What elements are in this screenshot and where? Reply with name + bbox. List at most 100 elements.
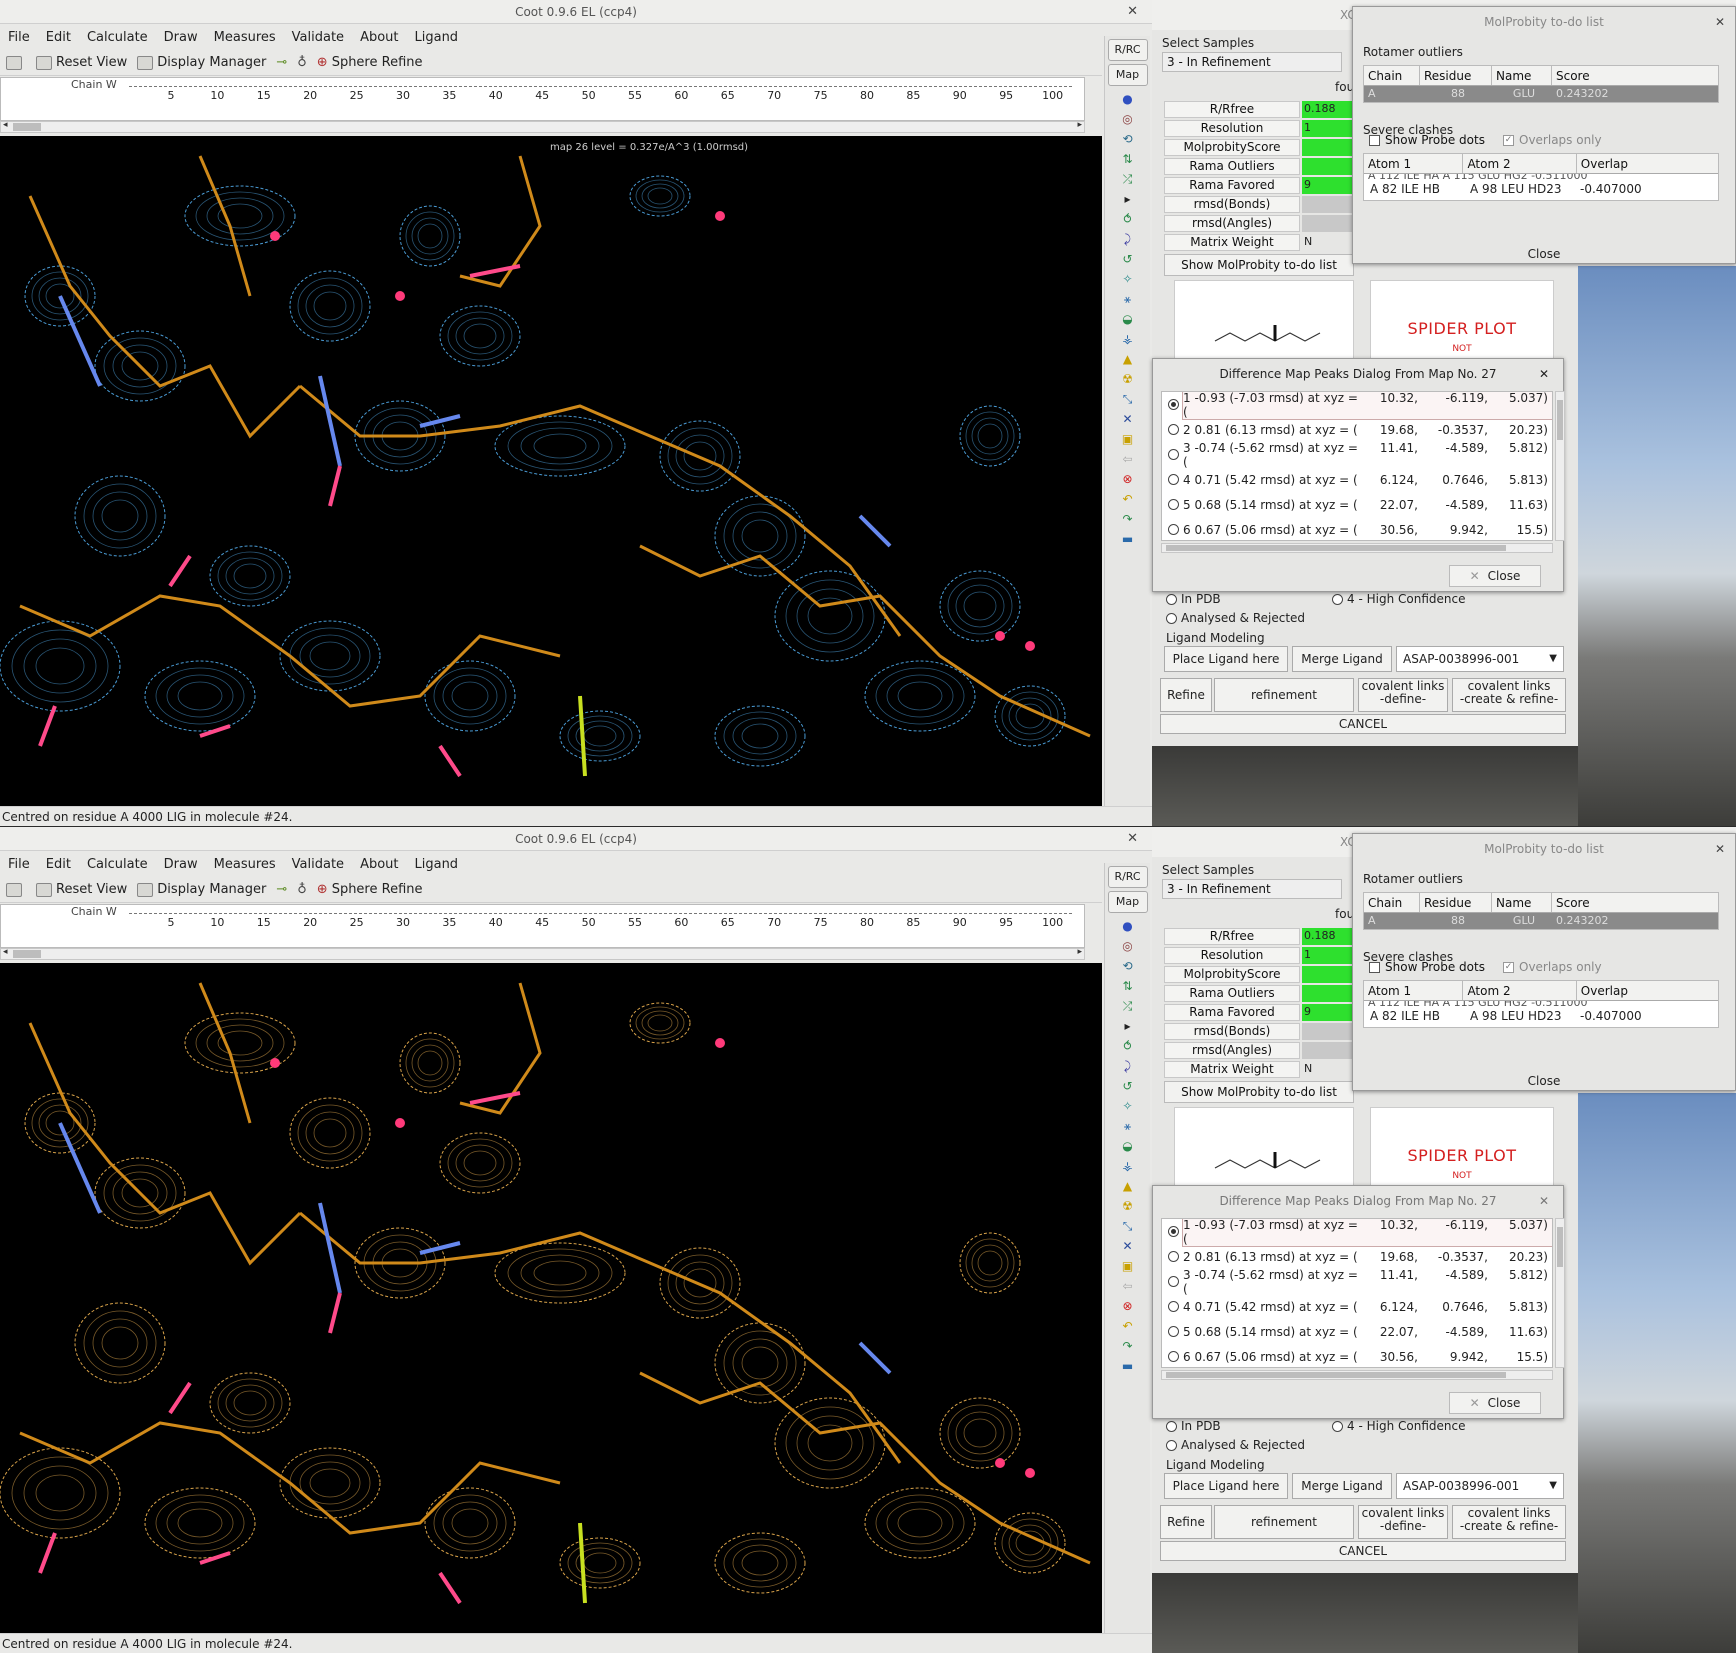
rotamer-icon[interactable]: ✧ <box>1120 1099 1136 1113</box>
col-name[interactable]: Name <box>1492 66 1552 85</box>
molprobity-close-button[interactable]: Close <box>1353 1074 1735 1088</box>
arrow-icon[interactable]: ⇦ <box>1120 452 1136 466</box>
col-chain[interactable]: Chain <box>1364 893 1420 912</box>
scroll-thumb[interactable] <box>1557 1227 1563 1267</box>
refinement-parameters-button[interactable]: refinement parameters <box>1214 1505 1354 1561</box>
peak-item[interactable]: 6 0.67 (5.06 rmsd) at xyz = (30.56, 9.942… <box>1162 517 1552 540</box>
menu-edit[interactable]: Edit <box>46 30 71 45</box>
show-molprobity-button[interactable]: Show MolProbity to-do list <box>1164 1081 1354 1103</box>
merge-ligand-button[interactable]: Merge Ligand <box>1292 1473 1392 1499</box>
menu-edit[interactable]: Edit <box>46 857 71 872</box>
ring-icon[interactable]: ◎ <box>1120 939 1136 953</box>
menu-validate[interactable]: Validate <box>292 30 344 45</box>
stop-icon[interactable]: ⊗ <box>1120 1299 1136 1313</box>
shuffle-icon[interactable]: ⤮ <box>1120 172 1136 186</box>
col-overlap[interactable]: Overlap <box>1577 981 1718 1000</box>
regularize-icon[interactable]: ⤸ <box>1120 1059 1136 1073</box>
table-row[interactable]: A 82 ILE HB A 98 LEU HD23 -0.407000 <box>1364 180 1718 198</box>
sphere-refine-button[interactable]: ⊕ Sphere Refine <box>317 55 423 70</box>
col-score[interactable]: Score <box>1552 893 1706 912</box>
sphere-refine-button[interactable]: ⊕ Sphere Refine <box>317 882 423 897</box>
key-icon[interactable]: ⊸ <box>276 55 287 70</box>
key-icon[interactable]: ⊸ <box>276 882 287 897</box>
play-icon[interactable]: ▸ <box>1120 1019 1136 1033</box>
ligand-select[interactable]: ASAP-0038996-001 ▼ <box>1396 1473 1564 1499</box>
rotamer-icon[interactable]: ✧ <box>1120 272 1136 286</box>
delete-icon[interactable]: ✕ <box>1120 1239 1136 1253</box>
radio-in-pdb[interactable]: In PDB <box>1166 1419 1221 1433</box>
menu-file[interactable]: File <box>8 857 30 872</box>
radio-high-confidence[interactable]: 4 - High Confidence <box>1332 1419 1465 1433</box>
delete-icon[interactable]: ✕ <box>1120 412 1136 426</box>
layer-icon[interactable]: ▬ <box>1120 532 1136 546</box>
redo-icon[interactable]: ↷ <box>1120 512 1136 526</box>
open-icon[interactable] <box>6 55 26 70</box>
close-icon[interactable]: ✕ <box>1127 0 1138 24</box>
menu-calculate[interactable]: Calculate <box>87 30 148 45</box>
menu-ligand[interactable]: Ligand <box>415 857 459 872</box>
peak-item[interactable]: 5 0.68 (5.14 rmsd) at xyz = (22.07, -4.58… <box>1162 1319 1552 1344</box>
radio-high-confidence[interactable]: 4 - High Confidence <box>1332 592 1465 606</box>
measure-icon[interactable]: ⤡ <box>1120 1219 1136 1233</box>
scroll-thumb[interactable] <box>1557 400 1563 440</box>
col-overlap[interactable]: Overlap <box>1577 154 1718 173</box>
regularize-icon[interactable]: ⤸ <box>1120 232 1136 246</box>
close-icon[interactable]: ✕ <box>1715 834 1725 864</box>
molecule-viewer[interactable] <box>0 963 1102 1633</box>
molecule-viewer[interactable]: map 26 level = 0.327e/A^3 (1.00rmsd) <box>0 136 1102 806</box>
cancel-button[interactable]: CANCEL <box>1160 1541 1566 1561</box>
add-atom-icon[interactable]: ▲ <box>1120 352 1136 366</box>
menu-ligand[interactable]: Ligand <box>415 30 459 45</box>
mutate-icon[interactable]: ◒ <box>1120 1139 1136 1153</box>
layer-icon[interactable]: ▬ <box>1120 1359 1136 1373</box>
flip-icon[interactable]: ⇅ <box>1120 979 1136 993</box>
peak-item[interactable]: 4 0.71 (5.42 rmsd) at xyz = (6.124, 0.764… <box>1162 1294 1552 1319</box>
covalent-define-button[interactable]: covalent links -define- <box>1358 678 1448 712</box>
peak-item[interactable]: 2 0.81 (6.13 rmsd) at xyz = (19.68, -0.35… <box>1162 417 1552 442</box>
menu-calculate[interactable]: Calculate <box>87 857 148 872</box>
cancel-button[interactable]: CANCEL <box>1160 714 1566 734</box>
col-atom2[interactable]: Atom 2 <box>1463 981 1577 1000</box>
note-icon[interactable]: ▣ <box>1120 432 1136 446</box>
covalent-create-button[interactable]: covalent links -create & refine- <box>1452 1505 1566 1539</box>
menu-about[interactable]: About <box>360 30 398 45</box>
ring-icon[interactable]: ◎ <box>1120 112 1136 126</box>
select-samples-dropdown[interactable]: 3 - In Refinement <box>1162 879 1342 899</box>
place-ligand-button[interactable]: Place Ligand here <box>1164 1473 1288 1499</box>
refine-button[interactable]: Refine <box>1160 1505 1212 1539</box>
show-probe-dots-checkbox[interactable]: Show Probe dots <box>1369 133 1485 147</box>
bond-icon[interactable]: ⚹ <box>1120 292 1136 306</box>
pepflip-icon[interactable]: ↺ <box>1120 252 1136 266</box>
menu-about[interactable]: About <box>360 857 398 872</box>
scroll-thumb[interactable] <box>1166 1372 1506 1378</box>
globe-icon[interactable]: ● <box>1120 919 1136 933</box>
map-button[interactable]: Map <box>1107 64 1148 86</box>
overlaps-only-checkbox[interactable]: ✓ Overlaps only <box>1503 133 1602 147</box>
scroll-right-icon[interactable]: ▸ <box>1077 947 1082 957</box>
peak-item[interactable]: 1 -0.93 (-7.03 rmsd) at xyz = (10.32, -6.… <box>1162 1219 1552 1247</box>
col-residue[interactable]: Residue <box>1420 66 1492 85</box>
mutate-icon[interactable]: ◒ <box>1120 312 1136 326</box>
peak-item[interactable]: 6 0.67 (5.06 rmsd) at xyz = (30.56, 9.942… <box>1162 1344 1552 1367</box>
peaks-close-button[interactable]: ✕ Close <box>1449 1392 1541 1414</box>
close-icon[interactable]: ✕ <box>1127 827 1138 851</box>
table-row[interactable]: A 82 ILE HB A 98 LEU HD23 -0.407000 <box>1364 1007 1718 1025</box>
bond-icon[interactable]: ⚹ <box>1120 1119 1136 1133</box>
sequence-view[interactable]: Chain W 5 10 15 20 25 30 35 40 45 50 55 60 65 70 75 80 8… <box>0 77 1085 121</box>
vertical-scrollbar[interactable] <box>1555 391 1565 541</box>
overlaps-only-checkbox[interactable]: ✓ Overlaps only <box>1503 960 1602 974</box>
menu-draw[interactable]: Draw <box>164 857 198 872</box>
horizontal-scrollbar[interactable]: ◂ ▸ <box>0 947 1085 960</box>
stop-icon[interactable]: ⊗ <box>1120 472 1136 486</box>
menu-draw[interactable]: Draw <box>164 30 198 45</box>
close-icon[interactable]: ✕ <box>1539 1186 1549 1216</box>
menu-file[interactable]: File <box>8 30 30 45</box>
radio-analysed-rejected[interactable]: Analysed & Rejected <box>1166 611 1305 625</box>
play-icon[interactable]: ▸ <box>1120 192 1136 206</box>
vertical-scrollbar[interactable] <box>1555 1218 1565 1368</box>
measure-icon[interactable]: ⤡ <box>1120 392 1136 406</box>
horizontal-scrollbar[interactable] <box>1161 1370 1553 1380</box>
col-name[interactable]: Name <box>1492 893 1552 912</box>
peak-item[interactable]: 4 0.71 (5.42 rmsd) at xyz = (6.124, 0.764… <box>1162 467 1552 492</box>
col-atom1[interactable]: Atom 1 <box>1364 981 1464 1000</box>
